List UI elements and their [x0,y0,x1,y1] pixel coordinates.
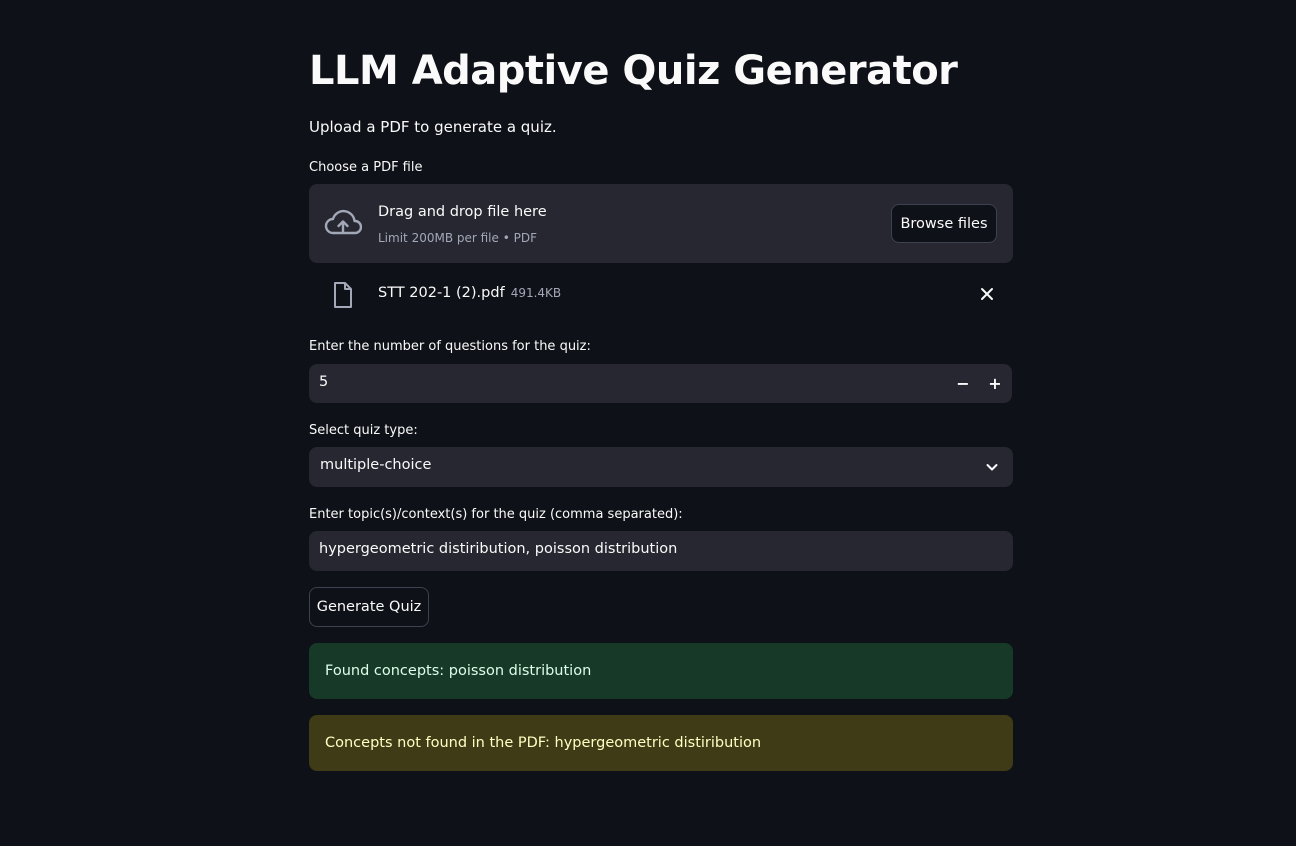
success-alert: Found concepts: poisson distribution [309,643,1013,699]
file-icon [334,282,352,308]
uploaded-file-row: STT 202-1 (2).pdf 491.4KB [309,275,1013,315]
increment-button[interactable]: + [979,364,1011,403]
topics-label: Enter topic(s)/context(s) for the quiz (… [309,507,683,522]
dropzone-limit: Limit 200MB per file • PDF [378,231,537,245]
dropzone-instructions: Drag and drop file here [378,204,547,220]
page-title: LLM Adaptive Quiz Generator [309,48,958,94]
topics-input[interactable]: hypergeometric distiribution, poisson di… [309,531,1013,571]
warning-alert: Concepts not found in the PDF: hypergeom… [309,715,1013,771]
browse-files-button[interactable]: Browse files [891,204,997,243]
quiz-type-selected: multiple-choice [320,457,432,473]
num-questions-value: 5 [319,374,329,390]
num-questions-input[interactable]: 5 − + [309,364,1012,403]
quiz-type-select[interactable]: multiple-choice [309,447,1013,487]
generate-quiz-button[interactable]: Generate Quiz [309,587,429,627]
quiz-type-label: Select quiz type: [309,423,418,438]
uploaded-file-name: STT 202-1 (2).pdf 491.4KB [378,285,561,301]
page-subtitle: Upload a PDF to generate a quiz. [309,118,557,136]
close-icon[interactable] [979,286,995,302]
num-questions-label: Enter the number of questions for the qu… [309,339,591,354]
file-size: 491.4KB [510,286,562,300]
topics-value: hypergeometric distiribution, poisson di… [319,541,678,557]
file-name-text: STT 202-1 (2).pdf [378,285,505,301]
file-dropzone[interactable]: Drag and drop file here Limit 200MB per … [309,184,1013,263]
cloud-upload-icon [324,209,362,235]
uploader-label: Choose a PDF file [309,160,423,175]
chevron-down-icon [986,464,998,471]
decrement-button[interactable]: − [947,364,979,403]
